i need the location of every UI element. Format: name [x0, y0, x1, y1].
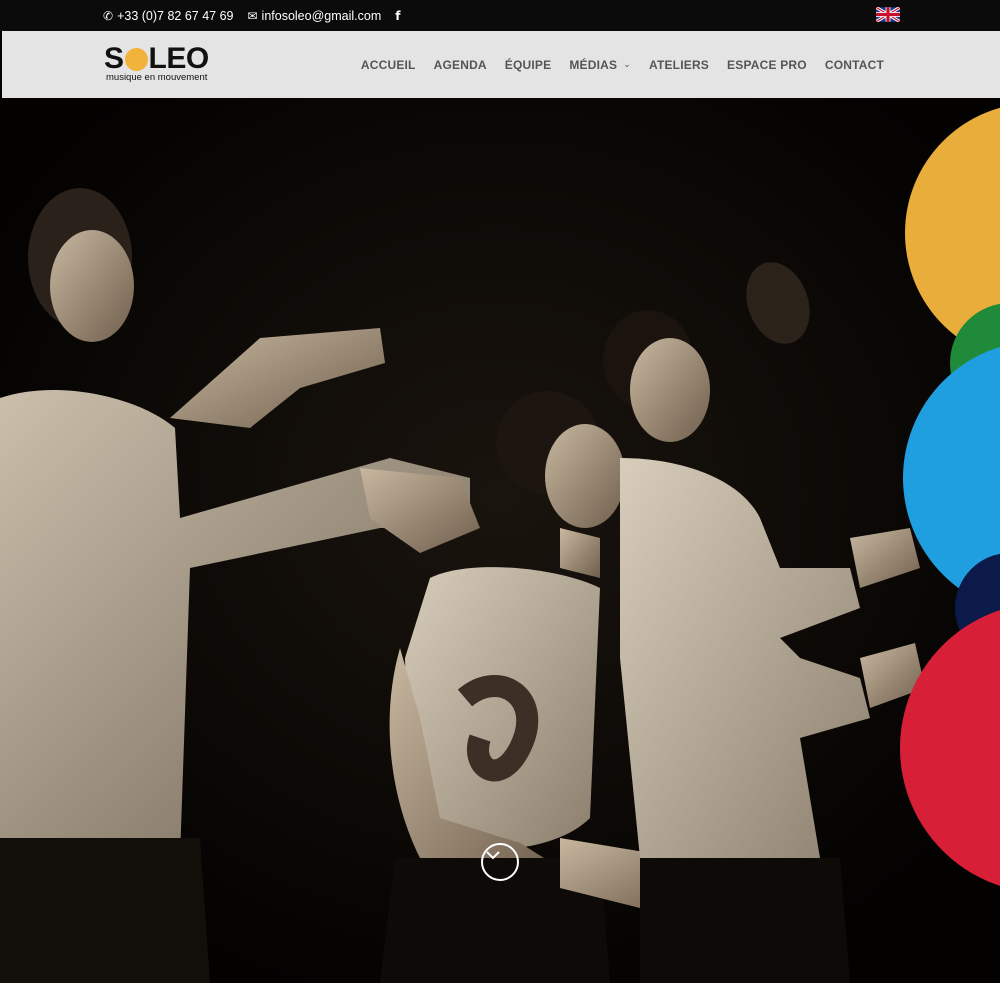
nav-espace-pro[interactable]: ESPACE PRO [727, 58, 807, 72]
nav-accueil[interactable]: ACCUEIL [361, 58, 416, 72]
phone-icon: ✆ [103, 8, 114, 23]
envelope-icon: ✉ [247, 8, 258, 23]
top-bar: ✆ +33 (0)7 82 67 47 69 ✉ infosoleo@gmail… [0, 0, 1000, 31]
main-header: S LEO musique en mouvement ACCUEIL AGENDA… [2, 31, 1000, 99]
logo-wordmark: S LEO [104, 42, 209, 75]
chevron-down-icon [486, 851, 500, 860]
nav-ateliers[interactable]: ATELIERS [649, 58, 709, 72]
email-address: infosoleo@gmail.com [261, 8, 382, 23]
contact-info: ✆ +33 (0)7 82 67 47 69 ✉ infosoleo@gmail… [103, 0, 400, 31]
nav-contact[interactable]: CONTACT [825, 58, 884, 72]
phone-number: +33 (0)7 82 67 47 69 [117, 8, 234, 23]
uk-flag-icon[interactable] [876, 7, 900, 22]
soleo-logo[interactable]: S LEO musique en mouvement [104, 43, 224, 87]
sun-icon [124, 48, 148, 71]
scroll-down-button[interactable] [481, 843, 519, 881]
main-nav: ACCUEIL AGENDA ÉQUIPE MÉDIAS ⌄ ATELIERS … [361, 31, 884, 98]
nav-medias[interactable]: MÉDIAS ⌄ [569, 58, 631, 72]
accent-circles [900, 107, 1000, 886]
facebook-icon[interactable]: f [395, 9, 400, 23]
logo-tagline: musique en mouvement [106, 72, 208, 83]
nav-medias-label: MÉDIAS [569, 57, 618, 72]
nav-agenda[interactable]: AGENDA [434, 58, 487, 72]
phone-link[interactable]: ✆ +33 (0)7 82 67 47 69 [103, 9, 233, 23]
chevron-down-icon: ⌄ [623, 59, 631, 69]
hero-section [0, 98, 1000, 983]
email-link[interactable]: ✉ infosoleo@gmail.com [247, 9, 381, 23]
nav-equipe[interactable]: ÉQUIPE [505, 58, 552, 72]
